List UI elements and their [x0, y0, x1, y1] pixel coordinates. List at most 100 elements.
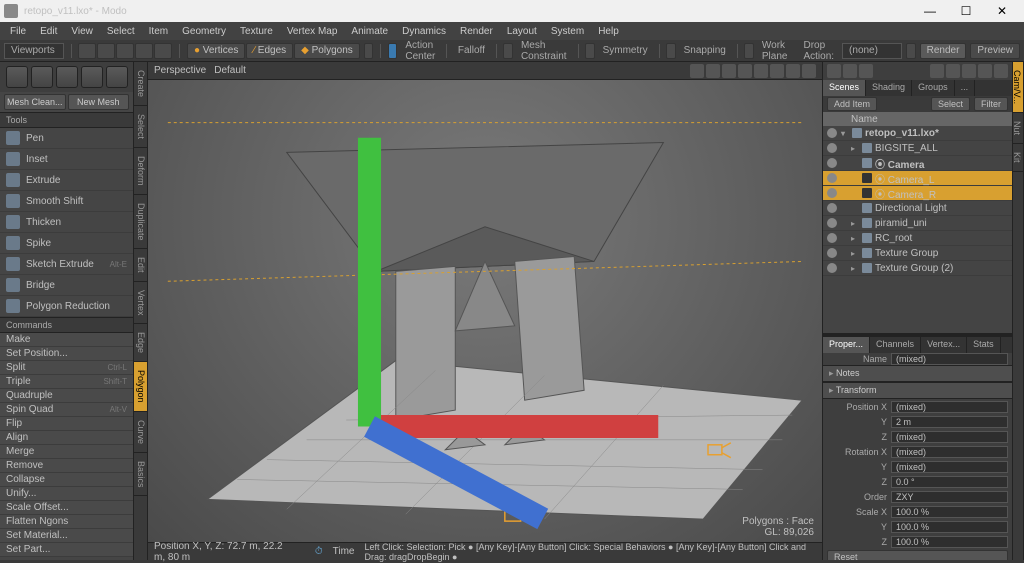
proptab-stats[interactable]: Stats	[967, 337, 1001, 353]
vtab-deform[interactable]: Deform	[134, 148, 147, 195]
panel-icon[interactable]	[962, 64, 976, 78]
falloff-label[interactable]: Falloff	[454, 45, 489, 56]
tab-[interactable]: ...	[955, 80, 976, 96]
transform-field[interactable]: 100.0 %	[891, 506, 1008, 518]
menu-help[interactable]: Help	[592, 24, 625, 39]
mesh-constraint-label[interactable]: Mesh Constraint	[517, 40, 571, 62]
panel-icon[interactable]	[994, 64, 1008, 78]
cmd-remove[interactable]: Remove	[0, 459, 133, 473]
action-center-icon[interactable]	[388, 43, 398, 59]
scene-item[interactable]: ▾retopo_v11.lxo*	[823, 126, 1012, 141]
vtab-right-1[interactable]: Nut	[1013, 113, 1023, 144]
menu-item[interactable]: Item	[143, 24, 174, 39]
menu-render[interactable]: Render	[454, 24, 499, 39]
tool-thicken[interactable]: Thicken	[0, 212, 133, 233]
vp-option-icon[interactable]	[690, 64, 704, 78]
proptab-channels[interactable]: Channels	[870, 337, 921, 353]
transform-field[interactable]: (mixed)	[891, 446, 1008, 458]
new-mesh-button[interactable]: New Mesh	[68, 94, 130, 110]
transform-field[interactable]: (mixed)	[891, 401, 1008, 413]
menu-layout[interactable]: Layout	[501, 24, 543, 39]
scene-item[interactable]: ▸Texture Group	[823, 246, 1012, 261]
tool-extrude[interactable]: Extrude	[0, 170, 133, 191]
tool-icon[interactable]	[78, 43, 96, 59]
cmd-set-part---[interactable]: Set Part...	[0, 543, 133, 557]
cmd-align[interactable]: Align	[0, 431, 133, 445]
cmd-set-material---[interactable]: Set Material...	[0, 529, 133, 543]
panel-icon[interactable]	[978, 64, 992, 78]
minimize-button[interactable]: —	[912, 0, 948, 22]
tool-smooth-shift[interactable]: Smooth Shift	[0, 191, 133, 212]
move-tool-icon[interactable]	[6, 66, 28, 88]
scene-item[interactable]: ⦿ Camera_L	[823, 171, 1012, 186]
vertices-mode[interactable]: ● Vertices	[187, 43, 245, 59]
vtab-basics[interactable]: Basics	[134, 453, 147, 497]
menu-texture[interactable]: Texture	[234, 24, 279, 39]
close-button[interactable]: ✕	[984, 0, 1020, 22]
vtab-select[interactable]: Select	[134, 106, 147, 148]
cmd-flip[interactable]: Flip	[0, 417, 133, 431]
panel-icon[interactable]	[843, 64, 857, 78]
transform-field[interactable]: 100.0 %	[891, 536, 1008, 548]
vp-option-icon[interactable]	[786, 64, 800, 78]
select-button[interactable]: Select	[931, 97, 970, 111]
center-tool-icon[interactable]	[106, 66, 128, 88]
notes-section[interactable]: Notes	[823, 365, 1012, 382]
menu-select[interactable]: Select	[101, 24, 141, 39]
viewports-dropdown[interactable]: Viewports	[4, 43, 64, 59]
filter-button[interactable]: Filter	[974, 97, 1008, 111]
symmetry-label[interactable]: Symmetry	[599, 45, 652, 56]
tool-pen[interactable]: Pen	[0, 128, 133, 149]
scene-item[interactable]: ⦿ Camera	[823, 156, 1012, 171]
transform-field[interactable]: (mixed)	[891, 431, 1008, 443]
symmetry-icon[interactable]	[585, 43, 595, 59]
panel-icon[interactable]	[930, 64, 944, 78]
proptab-proper[interactable]: Proper...	[823, 337, 870, 353]
vtab-edge[interactable]: Edge	[134, 324, 147, 362]
cmd-merge[interactable]: Merge	[0, 445, 133, 459]
vtab-create[interactable]: Create	[134, 62, 147, 106]
vp-option-icon[interactable]	[706, 64, 720, 78]
scene-item[interactable]: ▸RC_root	[823, 231, 1012, 246]
snapping-label[interactable]: Snapping	[680, 45, 730, 56]
workplane-label[interactable]: Work Plane	[758, 40, 792, 62]
view-mode[interactable]: Perspective	[154, 65, 206, 76]
menu-vertex-map[interactable]: Vertex Map	[281, 24, 344, 39]
panel-icon[interactable]	[859, 64, 873, 78]
scene-item[interactable]: ▸BIGSITE_ALL	[823, 141, 1012, 156]
transform-field[interactable]: 2 m	[891, 416, 1008, 428]
tool-icon[interactable]	[97, 43, 115, 59]
menu-view[interactable]: View	[65, 24, 99, 39]
menu-animate[interactable]: Animate	[345, 24, 394, 39]
panel-icon[interactable]	[946, 64, 960, 78]
drop-action-dropdown[interactable]: (none)	[842, 43, 902, 59]
transform-tool-icon[interactable]	[81, 66, 103, 88]
scene-item[interactable]: ▸piramid_uni	[823, 216, 1012, 231]
shading-mode[interactable]: Default	[214, 65, 246, 76]
tool-icon[interactable]	[135, 43, 153, 59]
vtab-curve[interactable]: Curve	[134, 412, 147, 453]
proptab-vertex[interactable]: Vertex...	[921, 337, 967, 353]
snapping-icon[interactable]	[666, 43, 676, 59]
cmd-make[interactable]: Make	[0, 333, 133, 347]
cmd-spin-quad[interactable]: Spin QuadAlt-V	[0, 403, 133, 417]
vp-option-icon[interactable]	[738, 64, 752, 78]
maximize-button[interactable]: ☐	[948, 0, 984, 22]
render-icon[interactable]	[906, 43, 916, 59]
tool-icon[interactable]	[154, 43, 172, 59]
scene-item[interactable]: ▸Texture Group (2)	[823, 261, 1012, 276]
cmd-set-position---[interactable]: Set Position...	[0, 347, 133, 361]
menu-file[interactable]: File	[4, 24, 32, 39]
preview-button[interactable]: Preview	[970, 43, 1020, 59]
vtab-right-2[interactable]: Kit	[1013, 144, 1023, 172]
vp-option-icon[interactable]	[802, 64, 816, 78]
transform-field[interactable]: 0.0 °	[891, 476, 1008, 488]
reset-button[interactable]: Reset	[827, 550, 1008, 560]
menu-system[interactable]: System	[545, 24, 590, 39]
menu-geometry[interactable]: Geometry	[176, 24, 232, 39]
cmd-unify---[interactable]: Unify...	[0, 487, 133, 501]
tab-scenes[interactable]: Scenes	[823, 80, 866, 96]
render-button[interactable]: Render	[920, 43, 967, 59]
action-center-label[interactable]: Action Center	[401, 40, 439, 62]
name-field[interactable]: (mixed)	[891, 353, 1008, 365]
